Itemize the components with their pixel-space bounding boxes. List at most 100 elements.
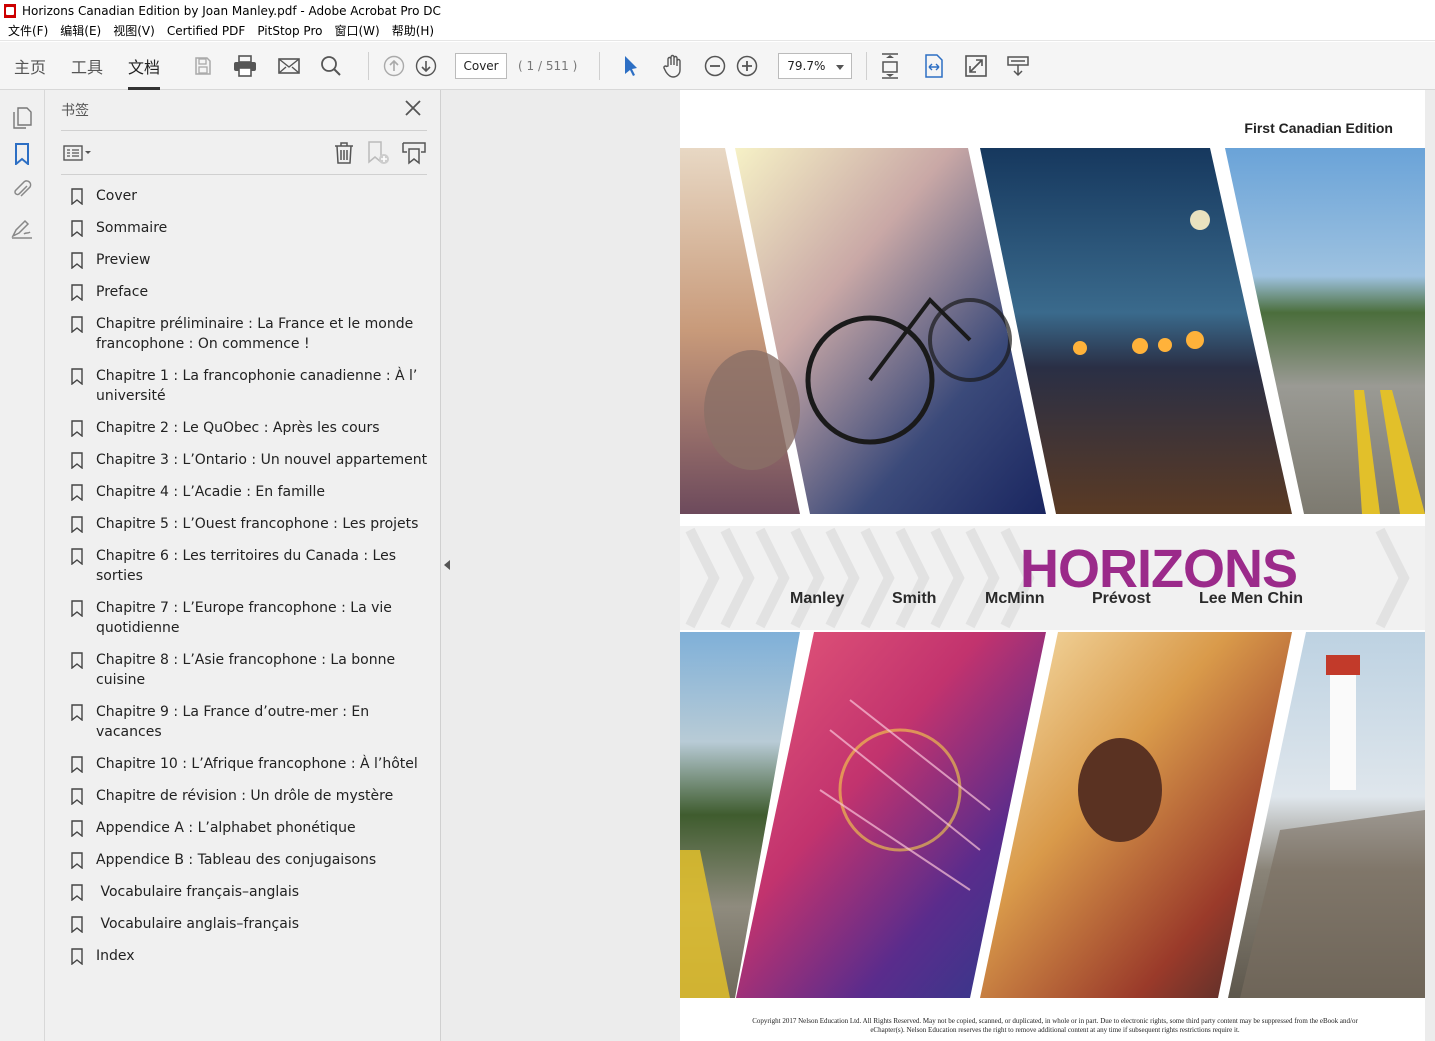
new-bookmark-icon[interactable] <box>367 141 391 169</box>
signatures-icon[interactable] <box>10 216 34 240</box>
close-icon[interactable] <box>405 100 421 120</box>
bookmark-item[interactable]: Cover <box>71 186 431 206</box>
delete-icon[interactable] <box>333 141 355 169</box>
fit-width-icon[interactable] <box>921 53 947 79</box>
bookmark-label: Chapitre 10 : L’Afrique francophone : À … <box>96 756 418 772</box>
bookmark-label: Appendice A : L’alphabet phonétique <box>96 820 356 836</box>
bookmark-item[interactable]: Sommaire <box>71 218 431 238</box>
bookmark-icon <box>71 916 83 933</box>
full-screen-icon[interactable] <box>963 53 989 79</box>
bookmark-label: Chapitre 1 : La francophonie canadienne … <box>96 368 422 404</box>
menu-file[interactable]: 文件(F) <box>8 22 48 39</box>
menu-help[interactable]: 帮助(H) <box>392 22 434 39</box>
expand-bookmark-icon[interactable] <box>401 141 427 169</box>
zoom-in-icon[interactable] <box>734 53 760 79</box>
tab-document[interactable]: 文档 <box>128 42 161 90</box>
bookmark-label: Chapitre 5 : L’Ouest francophone : Les p… <box>96 516 419 532</box>
bookmark-icon <box>71 420 83 437</box>
bookmark-icon <box>71 704 83 721</box>
bookmarks-toolbar <box>61 131 427 175</box>
bookmark-item[interactable]: Vocabulaire anglais–français <box>71 914 431 934</box>
bookmark-icon <box>71 484 83 501</box>
tab-home[interactable]: 主页 <box>14 42 46 90</box>
author-name: Manley <box>790 590 845 607</box>
bookmark-item[interactable]: Chapitre 8 : L’Asie francophone : La bon… <box>71 650 431 690</box>
read-mode-icon[interactable] <box>1005 53 1031 79</box>
bookmark-item[interactable]: Chapitre 5 : L’Ouest francophone : Les p… <box>71 514 431 534</box>
attachments-icon[interactable] <box>10 178 34 202</box>
bookmark-label: Appendice B : Tableau des conjugaisons <box>96 852 377 868</box>
hand-tool-icon[interactable] <box>660 53 686 79</box>
options-menu-icon[interactable] <box>63 144 93 166</box>
bookmark-icon <box>71 220 83 237</box>
bookmark-item[interactable]: Chapitre 9 : La France d’outre-mer : En … <box>71 702 431 742</box>
zoom-out-icon[interactable] <box>702 53 728 79</box>
bookmark-icon <box>71 788 83 805</box>
zoom-level-select[interactable]: 79.7% <box>778 52 853 79</box>
bookmark-item[interactable]: Chapitre 10 : L’Afrique francophone : À … <box>71 754 431 774</box>
bookmark-label: Chapitre de révision : Un drôle de mystè… <box>96 788 394 804</box>
bookmark-item[interactable]: Vocabulaire français–anglais <box>71 882 431 902</box>
bookmark-label: Preview <box>96 252 151 268</box>
menu-pitstop-pro[interactable]: PitStop Pro <box>257 24 322 38</box>
page-number-input[interactable]: Cover <box>455 52 508 79</box>
author-name: McMinn <box>985 590 1045 607</box>
save-icon[interactable] <box>190 53 216 79</box>
bookmark-item[interactable]: Chapitre de révision : Un drôle de mystè… <box>71 786 431 806</box>
menu-view[interactable]: 视图(V) <box>113 22 155 39</box>
email-icon[interactable] <box>276 53 302 79</box>
bookmark-label: Chapitre 2 : Le QuObec : Après les cours <box>96 420 380 436</box>
bookmark-icon <box>71 948 83 965</box>
bookmark-icon <box>71 452 83 469</box>
bookmark-item[interactable]: Chapitre 3 : L’Ontario : Un nouvel appar… <box>71 450 431 470</box>
bookmark-icon <box>71 368 83 385</box>
bookmark-icon <box>71 600 83 617</box>
bookmark-item[interactable]: Chapitre 7 : L’Europe francophone : La v… <box>71 598 431 638</box>
author-name: Prévost <box>1092 590 1151 607</box>
main-toolbar: 主页 工具 文档 Cover ( 1 / 511 ) 79.7% <box>0 42 1435 90</box>
bookmark-item[interactable]: Chapitre 6 : Les territoires du Canada :… <box>71 546 431 586</box>
bookmarks-icon[interactable] <box>10 142 34 166</box>
bookmark-item[interactable]: Chapitre 2 : Le QuObec : Après les cours <box>71 418 431 438</box>
bookmark-item[interactable]: Chapitre 4 : L’Acadie : En famille <box>71 482 431 502</box>
tab-tools[interactable]: 工具 <box>71 42 103 90</box>
page-thumbnails-icon[interactable] <box>10 106 34 130</box>
bookmark-item[interactable]: Index <box>71 946 431 966</box>
bookmark-icon <box>71 284 83 301</box>
bookmark-icon <box>71 188 83 205</box>
bookmark-label: Index <box>96 948 135 964</box>
bookmark-item[interactable]: Chapitre 1 : La francophonie canadienne … <box>71 366 431 406</box>
next-page-icon[interactable] <box>413 53 439 79</box>
menu-window[interactable]: 窗口(W) <box>334 22 379 39</box>
fit-page-icon[interactable] <box>877 52 903 79</box>
toolbar-separator <box>599 51 601 80</box>
previous-page-icon[interactable] <box>381 53 407 79</box>
bookmark-item[interactable]: Appendice A : L’alphabet phonétique <box>71 818 431 838</box>
bookmark-item[interactable]: Chapitre préliminaire : La France et le … <box>71 314 431 354</box>
bookmark-label: Chapitre 9 : La France d’outre-mer : En … <box>96 704 374 740</box>
bookmarks-header: 书签 <box>61 90 427 131</box>
collapse-panel-icon[interactable] <box>444 560 450 570</box>
select-cursor-icon[interactable] <box>618 53 644 79</box>
bookmark-icon <box>71 516 83 533</box>
window-titlebar: Horizons Canadian Edition by Joan Manley… <box>0 0 1435 21</box>
bookmark-item[interactable]: Appendice B : Tableau des conjugaisons <box>71 850 431 870</box>
menu-edit[interactable]: 编辑(E) <box>60 22 101 39</box>
menu-certified-pdf[interactable]: Certified PDF <box>167 24 246 38</box>
bookmark-item[interactable]: Preview <box>71 250 431 270</box>
bookmark-label: Chapitre préliminaire : La France et le … <box>96 316 418 352</box>
bookmarks-title: 书签 <box>61 103 89 119</box>
navigation-rail <box>0 90 45 1041</box>
bookmark-label: Cover <box>96 188 137 204</box>
bookmark-list: Cover Sommaire Preview Preface Chapitre prél… <box>71 186 431 978</box>
bookmark-label: Preface <box>96 284 149 300</box>
copyright-notice: Copyright 2017 Nelson Education Ltd. All… <box>752 1017 1358 1034</box>
bookmark-item[interactable]: Preface <box>71 282 431 302</box>
bookmark-label: Sommaire <box>96 220 168 236</box>
search-icon[interactable] <box>318 53 344 79</box>
window-title: Horizons Canadian Edition by Joan Manley… <box>22 3 441 18</box>
bookmark-label: Vocabulaire français–anglais <box>96 884 300 900</box>
print-icon[interactable] <box>232 53 258 79</box>
author-name: Smith <box>892 590 937 607</box>
author-name: Lee Men Chin <box>1199 590 1304 607</box>
